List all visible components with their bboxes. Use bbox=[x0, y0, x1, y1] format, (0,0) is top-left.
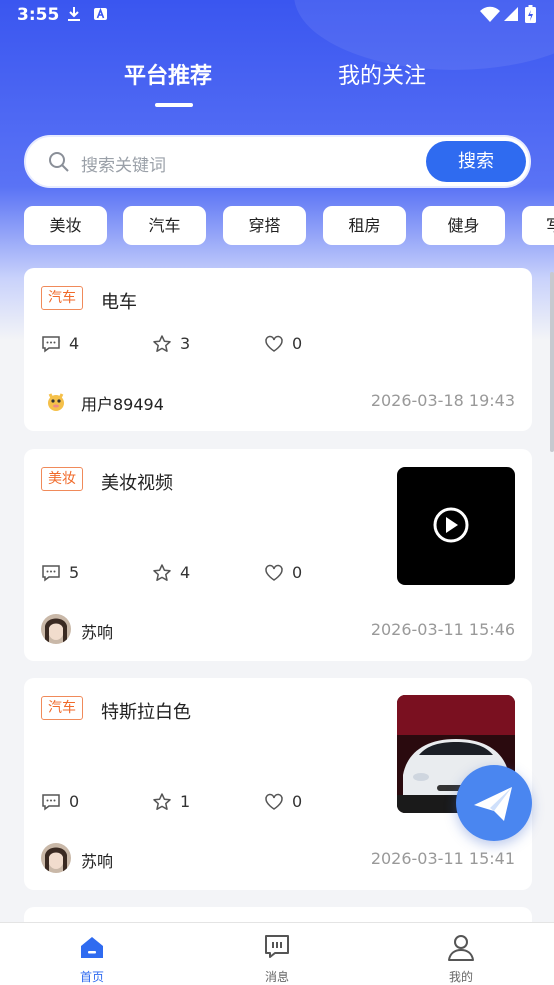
message-icon bbox=[265, 935, 289, 958]
star-count: 1 bbox=[180, 792, 191, 811]
download-icon bbox=[68, 7, 80, 21]
comment-icon bbox=[42, 794, 60, 811]
heart-icon bbox=[265, 793, 283, 810]
post-card[interactable]: 汽车 电车 4 3 0 用户89494 2026-03-18 19:43 bbox=[24, 268, 532, 431]
post-date: 2026-03-11 15:41 bbox=[370, 849, 515, 868]
status-time: 3:55 bbox=[17, 5, 60, 25]
comment-count: 4 bbox=[69, 334, 80, 353]
wifi-icon bbox=[480, 6, 500, 22]
comment-icon bbox=[42, 565, 60, 582]
avatar bbox=[41, 614, 71, 644]
like-count: 0 bbox=[292, 334, 303, 353]
paper-plane-icon bbox=[474, 787, 512, 821]
chip-category[interactable]: 健身 bbox=[422, 206, 505, 245]
nav-home-label: 首页 bbox=[79, 970, 104, 984]
search-button[interactable]: 搜索 bbox=[426, 141, 526, 182]
video-thumbnail[interactable] bbox=[397, 467, 515, 585]
scrollbar[interactable] bbox=[550, 272, 554, 452]
post-date: 2026-03-18 19:43 bbox=[370, 391, 515, 410]
keyboard-a-icon bbox=[94, 7, 107, 20]
profile-icon bbox=[448, 935, 474, 961]
heart-icon bbox=[265, 335, 283, 352]
battery-icon bbox=[525, 5, 536, 23]
chip-category[interactable]: 美妆 bbox=[24, 206, 107, 245]
post-title: 特斯拉白色 bbox=[101, 702, 191, 723]
nav-profile-label: 我的 bbox=[448, 970, 473, 984]
star-icon bbox=[153, 335, 171, 352]
star-icon bbox=[153, 564, 171, 581]
nav-messages-label: 消息 bbox=[264, 970, 289, 984]
chip-category[interactable]: 穿搭 bbox=[223, 206, 306, 245]
avatar bbox=[41, 386, 71, 416]
post-tag: 汽车 bbox=[41, 696, 83, 720]
author-name: 用户89494 bbox=[81, 395, 164, 414]
chip-category[interactable]: 汽车 bbox=[123, 206, 206, 245]
chip-category[interactable]: 租房 bbox=[323, 206, 406, 245]
search-bar: 搜索关键词 搜索 bbox=[24, 135, 531, 188]
search-input[interactable]: 搜索关键词 bbox=[81, 151, 166, 176]
star-icon bbox=[153, 793, 171, 810]
tab-my-following[interactable]: 我的关注 bbox=[338, 58, 426, 90]
comment-count: 5 bbox=[69, 563, 80, 582]
author-name: 苏响 bbox=[81, 852, 114, 871]
tab-platform-recommend[interactable]: 平台推荐 bbox=[124, 58, 212, 90]
post-tag: 汽车 bbox=[41, 286, 83, 310]
post-card[interactable]: 美妆 美妆视频 5 4 0 苏响 2026-03-11 15:46 bbox=[24, 449, 532, 661]
post-title: 美妆视频 bbox=[101, 473, 173, 494]
post-date: 2026-03-11 15:46 bbox=[370, 620, 515, 639]
author-name: 苏响 bbox=[81, 623, 114, 642]
star-count: 3 bbox=[180, 334, 191, 353]
star-count: 4 bbox=[180, 563, 191, 582]
post-title: 电车 bbox=[101, 292, 137, 313]
publish-button[interactable] bbox=[456, 765, 532, 841]
comment-count: 0 bbox=[69, 792, 80, 811]
heart-icon bbox=[265, 564, 283, 581]
signal-icon bbox=[504, 7, 518, 21]
home-icon bbox=[81, 937, 103, 958]
post-tag: 美妆 bbox=[41, 467, 83, 491]
bottom-nav: 首页 消息 我的 bbox=[0, 922, 554, 985]
comment-icon bbox=[42, 336, 60, 353]
active-tab-indicator bbox=[155, 103, 193, 107]
top-tabs: 平台推荐 我的关注 bbox=[0, 58, 554, 108]
status-bar: 3:55 bbox=[0, 0, 554, 32]
play-icon bbox=[433, 507, 469, 543]
search-icon bbox=[49, 152, 69, 172]
like-count: 0 bbox=[292, 563, 303, 582]
category-chips: 美妆 汽车 穿搭 租房 健身 写 bbox=[24, 206, 554, 246]
chip-category[interactable]: 写 bbox=[522, 206, 554, 245]
avatar bbox=[41, 843, 71, 873]
like-count: 0 bbox=[292, 792, 303, 811]
